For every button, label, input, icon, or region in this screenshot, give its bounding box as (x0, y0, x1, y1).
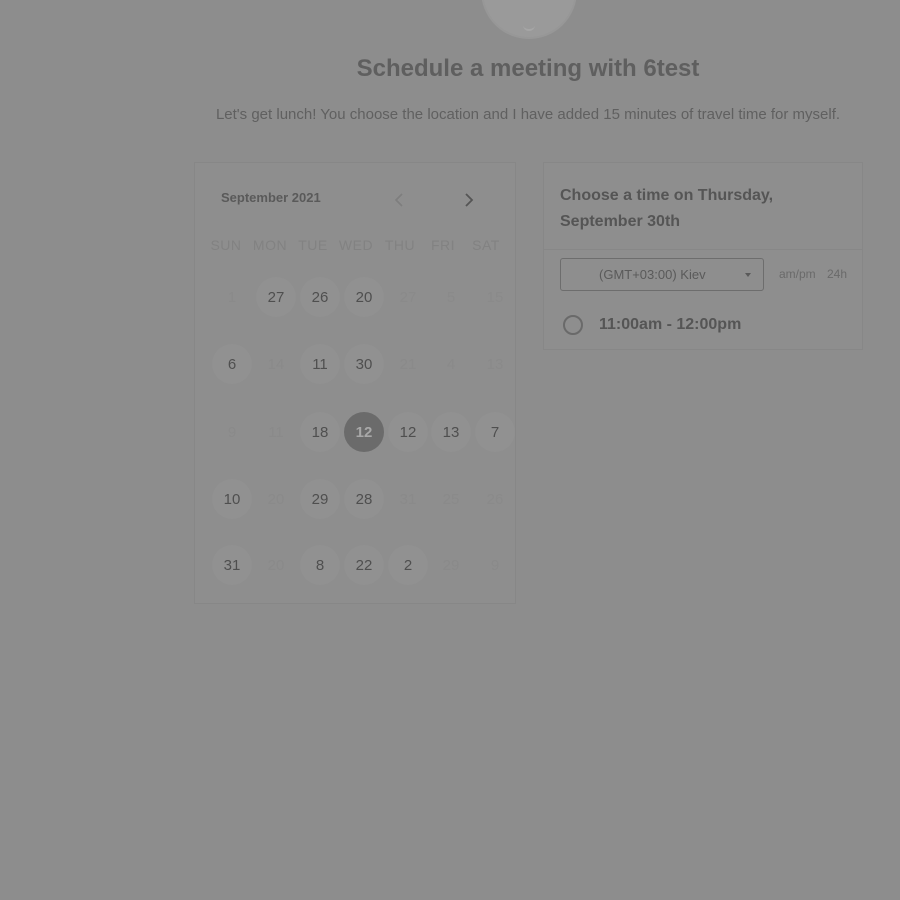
calendar-day[interactable]: 22 (344, 545, 384, 585)
weekday-label: SAT (472, 237, 500, 253)
timezone-value: (GMT+03:00) Kiev (599, 267, 706, 282)
calendar-day[interactable]: 31 (212, 545, 252, 585)
scheduling-page: Schedule a meeting with 6test Let's get … (0, 0, 900, 900)
next-month-button[interactable] (458, 189, 480, 211)
weekday-label: FRI (430, 237, 456, 253)
calendar-day[interactable]: 28 (344, 479, 384, 519)
chevron-right-icon (465, 193, 474, 207)
calendar-day[interactable]: 11 (300, 344, 340, 384)
calendar-day: 31 (399, 490, 417, 508)
calendar-day: 26 (486, 490, 504, 508)
calendar-day: 25 (442, 490, 460, 508)
time-picker-heading: Choose a time on Thursday, September 30t… (560, 187, 774, 230)
weekday-label: SUN (210, 237, 242, 253)
weekday-header: SUN MON TUE WED THU FRI SAT (195, 237, 517, 255)
previous-month-button[interactable] (388, 189, 410, 211)
weekday-label: MON (252, 237, 288, 253)
calendar-day: 9 (490, 556, 500, 574)
calendar-day[interactable]: 2 (388, 545, 428, 585)
time-picker-card: Choose a time on Thursday, September 30t… (543, 162, 863, 350)
time-slot[interactable]: 11:00am - 12:00pm (563, 312, 741, 338)
calendar-day: 14 (267, 355, 285, 373)
host-avatar (481, 0, 577, 39)
weekday-label: WED (338, 237, 374, 253)
calendar-day[interactable]: 13 (431, 412, 471, 452)
calendar-day: 9 (227, 423, 237, 441)
calendar-day[interactable]: 29 (300, 479, 340, 519)
calendar-day: 15 (486, 288, 504, 306)
calendar-day: 13 (486, 355, 504, 373)
calendar-day[interactable]: 20 (344, 277, 384, 317)
page-title: Schedule a meeting with 6test (356, 55, 700, 82)
calendar-day: 5 (446, 288, 456, 306)
month-label: September 2021 (221, 190, 321, 205)
calendar-day: 29 (442, 556, 460, 574)
calendar-day: 20 (267, 556, 285, 574)
chevron-left-icon (394, 193, 403, 207)
avatar-image (523, 23, 535, 31)
calendar-day: 11 (268, 423, 284, 441)
calendar-day[interactable]: 27 (256, 277, 296, 317)
calendar-day[interactable]: 8 (300, 545, 340, 585)
weekday-label: TUE (298, 237, 328, 253)
timezone-select[interactable]: (GMT+03:00) Kiev (560, 258, 764, 291)
weekday-label: THU (384, 237, 416, 253)
calendar-day[interactable]: 18 (300, 412, 340, 452)
calendar-day[interactable]: 10 (212, 479, 252, 519)
calendar-day: 20 (267, 490, 285, 508)
format-ampm-toggle[interactable]: am/pm (779, 267, 816, 281)
calendar-day: 21 (399, 355, 417, 373)
calendar-day: 4 (446, 355, 456, 373)
calendar-day[interactable]: 6 (212, 344, 252, 384)
radio-button-icon[interactable] (563, 315, 583, 335)
caret-down-icon (745, 273, 751, 277)
calendar-card: September 2021 SUN MON TUE WED THU FRI SAT 1 27… (194, 162, 516, 604)
divider (544, 249, 862, 250)
calendar-day[interactable]: 12 (388, 412, 428, 452)
calendar-day: 1 (227, 288, 237, 306)
meeting-description: Let's get lunch! You choose the location… (215, 106, 841, 123)
calendar-day[interactable]: 30 (344, 344, 384, 384)
format-24h-toggle[interactable]: 24h (827, 267, 847, 281)
calendar-day[interactable]: 26 (300, 277, 340, 317)
calendar-day[interactable]: 7 (475, 412, 515, 452)
calendar-day: 27 (399, 288, 417, 306)
calendar-day-selected[interactable]: 12 (344, 412, 384, 452)
time-slot-label: 11:00am - 12:00pm (599, 316, 742, 333)
